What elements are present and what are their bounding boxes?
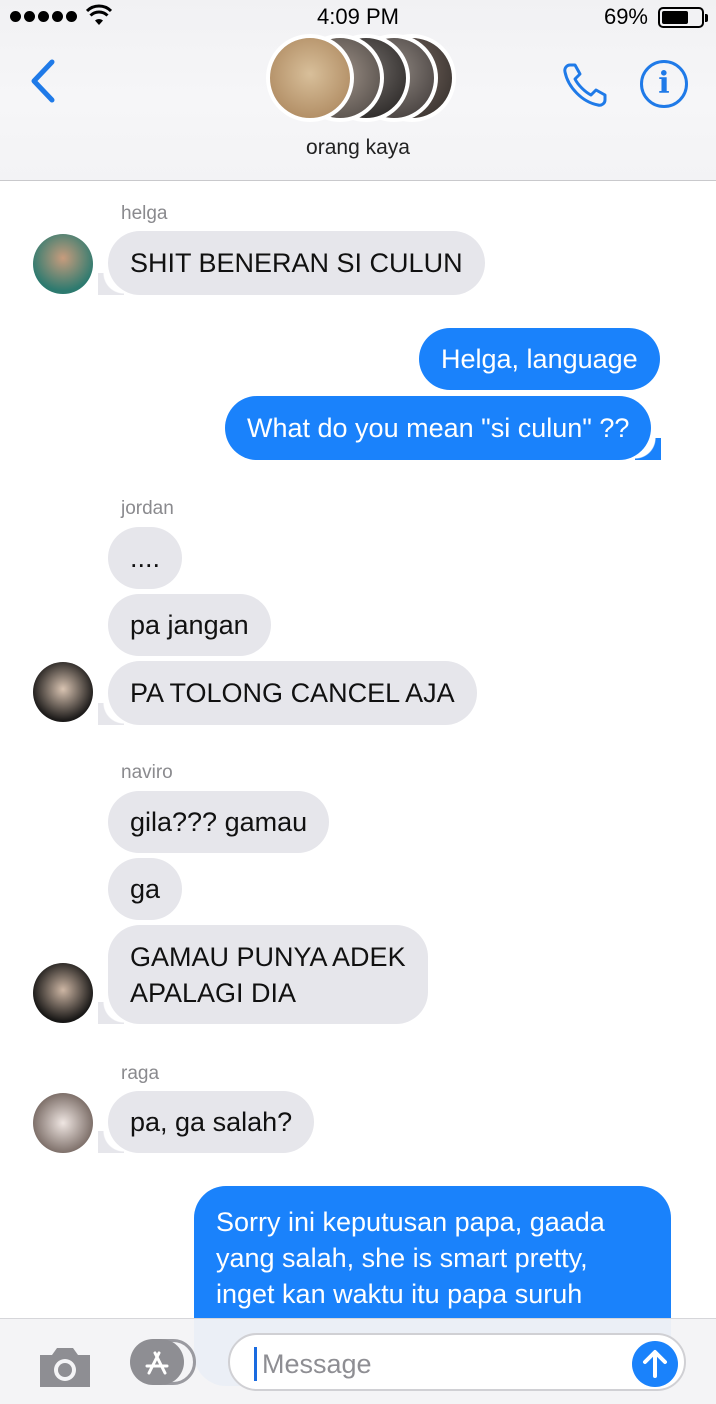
send-button[interactable]: [632, 1341, 678, 1387]
avatar: [33, 963, 93, 1023]
camera-icon[interactable]: [36, 1343, 94, 1389]
incoming-message[interactable]: GAMAU PUNYA ADEK APALAGI DIA: [98, 925, 428, 1024]
sender-name: jordan: [121, 498, 174, 519]
outgoing-message[interactable]: What do you mean "si culun" ??: [225, 396, 662, 460]
incoming-message[interactable]: pa jangan: [108, 594, 271, 656]
incoming-message[interactable]: gila??? gamau: [108, 791, 330, 853]
app-store-icon[interactable]: [130, 1339, 196, 1385]
chevron-left-icon[interactable]: [24, 56, 60, 106]
status-bar: 4:09 PM 69%: [0, 0, 716, 34]
message-line: GAMAU PUNYA ADEK: [130, 942, 406, 972]
avatar: [33, 662, 93, 722]
avatar: [266, 34, 354, 122]
incoming-message[interactable]: ....: [108, 527, 183, 589]
phone-icon[interactable]: [560, 60, 610, 110]
battery-percentage: 69%: [603, 4, 648, 29]
message-line: yang salah, she is smart pretty,: [216, 1243, 588, 1273]
message-line: APALAGI DIA: [130, 978, 297, 1008]
message-line: inget kan waktu itu papa suruh: [216, 1279, 583, 1309]
sender-name: naviro: [121, 762, 173, 783]
incoming-message[interactable]: SHIT BENERAN SI CULUN: [98, 231, 485, 295]
avatar: [33, 1093, 93, 1153]
incoming-message[interactable]: pa, ga salah?: [97, 1091, 315, 1153]
group-name[interactable]: orang kaya: [0, 136, 716, 160]
sender-name: helga: [121, 203, 168, 224]
sender-name: raga: [121, 1063, 160, 1084]
message-placeholder: Message: [262, 1349, 372, 1379]
avatar: [33, 234, 93, 294]
info-icon[interactable]: i: [640, 60, 688, 108]
text-caret: [254, 1347, 257, 1381]
conversation-header: 4:09 PM 69% orang kaya i: [0, 0, 716, 181]
message-input[interactable]: Message: [228, 1333, 686, 1391]
arrow-up-icon: [643, 1350, 667, 1378]
incoming-message[interactable]: PA TOLONG CANCEL AJA: [98, 661, 477, 725]
compose-bar: Message: [0, 1318, 716, 1404]
battery-icon: [658, 7, 708, 28]
group-avatars[interactable]: [266, 34, 456, 122]
message-line: Sorry ini keputusan papa, gaada: [216, 1207, 605, 1237]
outgoing-message[interactable]: Helga, language: [419, 328, 660, 390]
incoming-message[interactable]: ga: [108, 858, 183, 920]
